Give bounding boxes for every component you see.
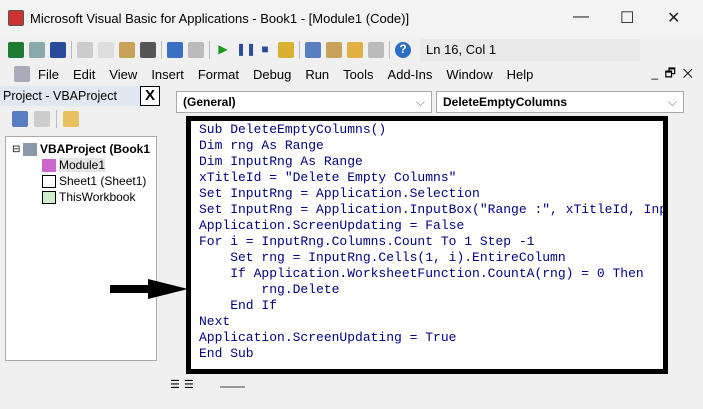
menu-view[interactable]: View xyxy=(109,67,137,82)
vba-menu-icon[interactable] xyxy=(14,66,30,82)
menu-insert[interactable]: Insert xyxy=(151,67,184,82)
cut-icon[interactable] xyxy=(77,41,93,58)
horizontal-scrollbar[interactable] xyxy=(220,386,245,388)
code-line: Dim InputRng As Range xyxy=(199,154,363,169)
sheet-icon xyxy=(42,174,56,188)
object-combo[interactable]: (General) ⌵ xyxy=(176,91,432,113)
run-icon[interactable]: ▶ xyxy=(215,42,231,58)
title-bar: Microsoft Visual Basic for Applications … xyxy=(0,0,703,36)
project-explorer: Project - VBAProject X ⊟ VBAProject (Book… xyxy=(0,86,160,395)
code-line: rng.Delete xyxy=(199,282,340,297)
close-button[interactable]: ✕ xyxy=(667,8,680,28)
view-code-icon[interactable] xyxy=(12,111,28,127)
project-icon xyxy=(23,142,37,156)
standard-toolbar: ▶ ❚❚ ■ ? Ln 16, Col 1 xyxy=(0,36,703,63)
chevron-down-icon: ⌵ xyxy=(415,95,425,109)
procedure-combo[interactable]: DeleteEmptyColumns ⌵ xyxy=(436,91,684,113)
code-window-footer: ☰ ☰ xyxy=(170,378,690,395)
toggle-folders-icon[interactable] xyxy=(63,111,79,127)
code-line: xTitleId = "Delete Empty Columns" xyxy=(199,170,457,185)
menu-bar: File Edit View Insert Format Debug Run T… xyxy=(0,63,703,85)
window-title: Microsoft Visual Basic for Applications … xyxy=(30,10,410,26)
code-editor[interactable]: Sub DeleteEmptyColumns() Dim rng As Range… xyxy=(186,116,668,374)
code-line: End Sub xyxy=(199,346,254,361)
menu-tools[interactable]: Tools xyxy=(343,67,373,82)
design-mode-icon[interactable] xyxy=(278,41,294,58)
code-line: Dim rng As Range xyxy=(199,138,324,153)
menu-edit[interactable]: Edit xyxy=(73,67,95,82)
code-line: Application.ScreenUpdating = False xyxy=(199,218,465,233)
maximize-button[interactable]: ☐ xyxy=(620,8,634,28)
code-line: Sub DeleteEmptyColumns() xyxy=(199,122,387,137)
project-close-button[interactable]: X xyxy=(140,86,160,106)
reset-icon[interactable]: ■ xyxy=(257,42,273,58)
vba-app-icon xyxy=(8,10,24,26)
properties-icon[interactable] xyxy=(326,41,342,58)
code-line: For i = InputRng.Columns.Count To 1 Step… xyxy=(199,234,535,249)
menu-run[interactable]: Run xyxy=(305,67,329,82)
code-line: If Application.WorksheetFunction.CountA(… xyxy=(199,266,644,281)
code-line: Set InputRng = Application.Selection xyxy=(199,186,480,201)
code-line: Set rng = InputRng.Cells(1, i).EntireCol… xyxy=(199,250,566,265)
minimize-button[interactable]: — xyxy=(573,8,589,26)
copy-icon[interactable] xyxy=(98,41,114,58)
workbook-icon xyxy=(42,190,56,204)
full-module-view-button[interactable]: ☰ xyxy=(184,378,194,391)
menu-help[interactable]: Help xyxy=(507,67,534,82)
chevron-down-icon: ⌵ xyxy=(667,95,677,109)
toolbox-icon[interactable] xyxy=(368,41,384,58)
help-icon[interactable]: ? xyxy=(395,41,411,58)
paste-icon[interactable] xyxy=(119,41,135,58)
procedure-view-button[interactable]: ☰ xyxy=(170,378,180,391)
insert-userform-icon[interactable] xyxy=(29,41,45,58)
code-line: Next xyxy=(199,314,231,329)
code-line: Application.ScreenUpdating = True xyxy=(199,330,457,345)
save-icon[interactable] xyxy=(50,41,66,58)
child-window-controls[interactable]: _ 🗗 ✕ xyxy=(651,64,693,85)
tree-root[interactable]: ⊟ VBAProject (Book1 xyxy=(12,141,150,157)
undo-icon[interactable] xyxy=(167,41,183,58)
view-object-icon[interactable] xyxy=(34,111,50,127)
tree-item-sheet1[interactable]: Sheet1 (Sheet1) xyxy=(12,173,150,189)
code-window: (General) ⌵ DeleteEmptyColumns ⌵ Sub Delet… xyxy=(166,86,703,395)
menu-format[interactable]: Format xyxy=(198,67,239,82)
menu-debug[interactable]: Debug xyxy=(253,67,291,82)
redo-icon[interactable] xyxy=(188,41,204,58)
excel-icon[interactable] xyxy=(8,41,24,58)
code-line: End If xyxy=(199,298,278,313)
project-tree: ⊟ VBAProject (Book1 Module1 Sheet1 (Sheet… xyxy=(5,136,157,361)
vertical-scrollbar[interactable] xyxy=(671,116,687,372)
break-icon[interactable]: ❚❚ xyxy=(236,42,256,58)
object-browser-icon[interactable] xyxy=(347,41,363,58)
project-explorer-title: Project - VBAProject xyxy=(3,89,117,103)
menu-window[interactable]: Window xyxy=(446,67,492,82)
project-explorer-icon[interactable] xyxy=(305,41,321,58)
tree-item-thisworkbook[interactable]: ThisWorkbook xyxy=(12,189,150,205)
arrow-annotation xyxy=(110,279,188,299)
find-icon[interactable] xyxy=(140,41,156,58)
tree-item-module1[interactable]: Module1 xyxy=(12,157,150,173)
menu-file[interactable]: File xyxy=(38,67,59,82)
menu-add-ins[interactable]: Add-Ins xyxy=(388,67,433,82)
module-icon xyxy=(42,158,56,172)
code-line: Set InputRng = Application.InputBox("Ran… xyxy=(199,202,668,217)
cursor-position: Ln 16, Col 1 xyxy=(420,38,640,61)
